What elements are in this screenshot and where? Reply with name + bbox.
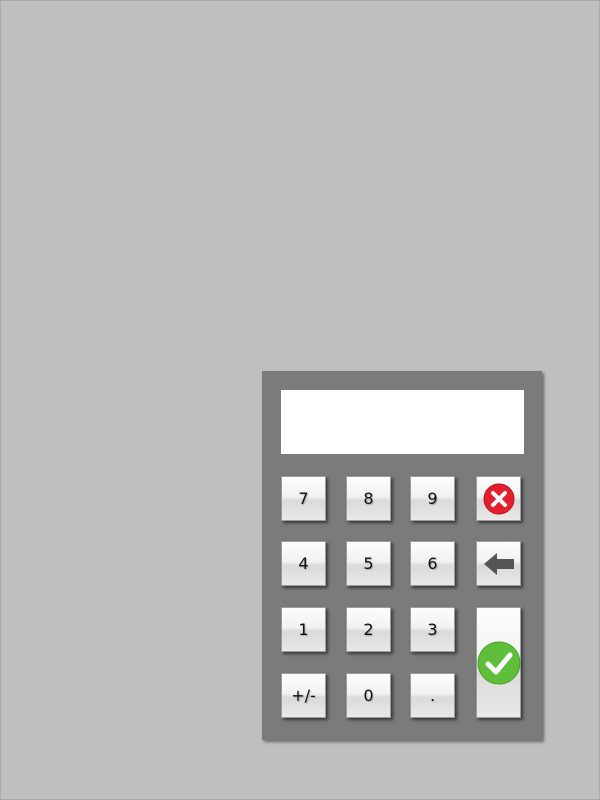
decimal-button[interactable]: .: [410, 673, 455, 718]
key-0-label: 0: [363, 686, 374, 705]
key-6-label: 6: [427, 554, 438, 573]
key-9[interactable]: 9: [410, 476, 455, 521]
key-3[interactable]: 3: [410, 607, 455, 652]
key-0[interactable]: 0: [346, 673, 391, 718]
key-5-label: 5: [363, 554, 374, 573]
key-3-label: 3: [427, 620, 438, 639]
close-circle-icon: [483, 483, 515, 515]
key-2[interactable]: 2: [346, 607, 391, 652]
clear-button[interactable]: [476, 476, 521, 521]
key-1[interactable]: 1: [281, 607, 326, 652]
key-4-label: 4: [298, 554, 309, 573]
key-8[interactable]: 8: [346, 476, 391, 521]
numeric-keypad: 7 8 9 4 5 6 1 2 3 +/- 0 .: [262, 371, 542, 740]
key-6[interactable]: 6: [410, 541, 455, 586]
display-field[interactable]: [281, 390, 524, 454]
check-circle-icon: [477, 641, 521, 685]
key-1-label: 1: [298, 620, 309, 639]
key-9-label: 9: [427, 489, 438, 508]
key-4[interactable]: 4: [281, 541, 326, 586]
key-7-label: 7: [298, 489, 309, 508]
sign-toggle-label: +/-: [291, 686, 316, 705]
sign-toggle-button[interactable]: +/-: [281, 673, 326, 718]
key-5[interactable]: 5: [346, 541, 391, 586]
backspace-button[interactable]: [476, 541, 521, 586]
arrow-left-icon: [482, 551, 516, 577]
key-2-label: 2: [363, 620, 374, 639]
decimal-label: .: [429, 686, 436, 705]
key-8-label: 8: [363, 489, 374, 508]
key-7[interactable]: 7: [281, 476, 326, 521]
enter-button[interactable]: [476, 607, 521, 718]
